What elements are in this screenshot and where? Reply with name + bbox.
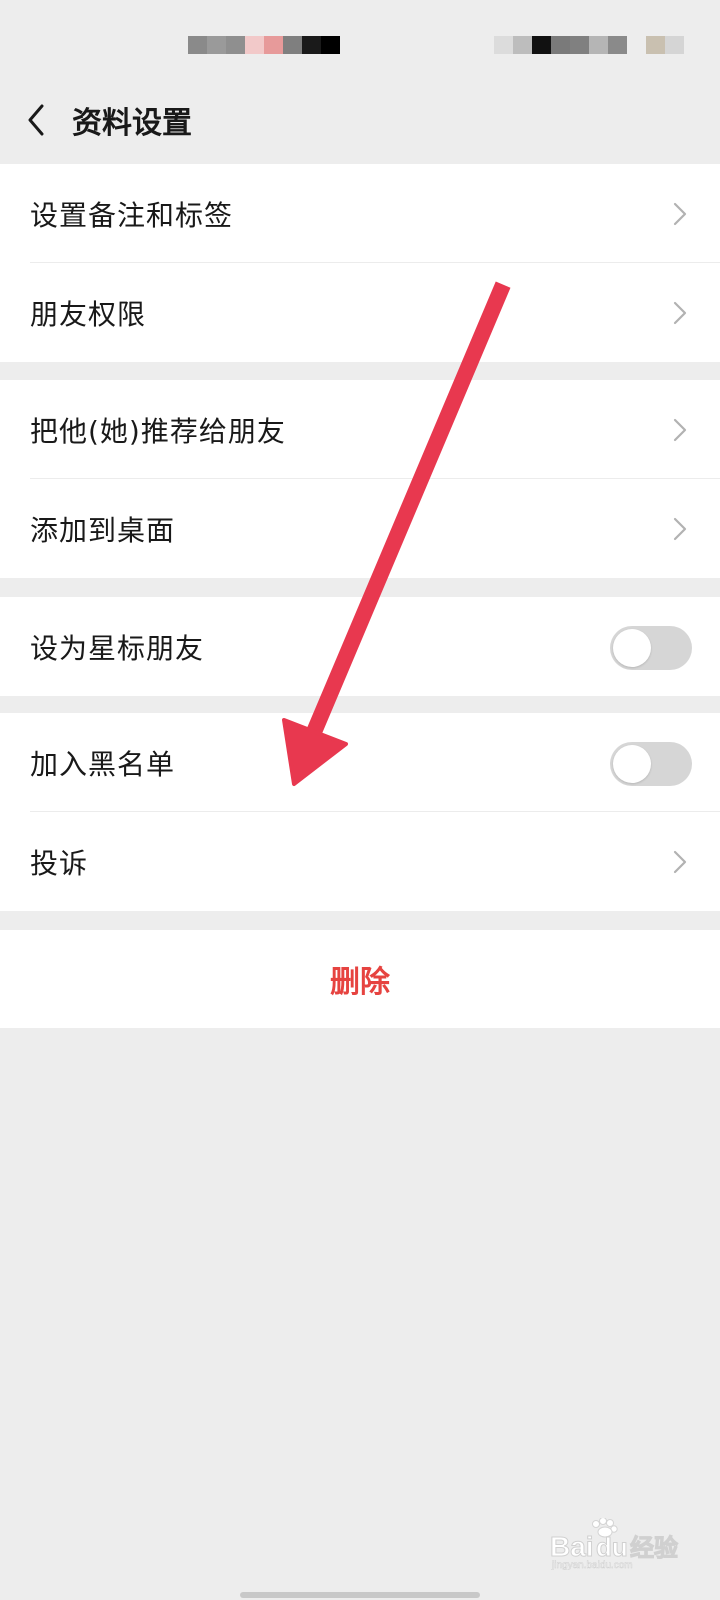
- svg-text:jingyan.baidu.com: jingyan.baidu.com: [551, 1560, 633, 1570]
- row-star-friend: 设为星标朋友: [0, 597, 720, 696]
- status-bar: [0, 0, 720, 90]
- status-bar-obscured-battery: [646, 36, 684, 54]
- chevron-right-icon: [673, 202, 687, 226]
- row-remark-and-tags[interactable]: 设置备注和标签: [0, 164, 720, 263]
- row-label: 设置备注和标签: [30, 198, 234, 232]
- row-label: 添加到桌面: [30, 513, 176, 547]
- back-button[interactable]: [18, 100, 58, 140]
- chevron-left-icon: [28, 104, 44, 136]
- home-indicator[interactable]: [240, 1592, 480, 1598]
- chevron-right-icon: [673, 418, 687, 442]
- row-recommend-to-friend[interactable]: 把他(她)推荐给朋友: [0, 380, 720, 479]
- row-label: 把他(她)推荐给朋友: [30, 414, 286, 448]
- settings-group-remark: 设置备注和标签 朋友权限: [0, 164, 720, 362]
- delete-label: 删除: [330, 965, 390, 1000]
- star-friend-toggle[interactable]: [610, 626, 692, 670]
- chevron-right-icon: [673, 850, 687, 874]
- status-bar-obscured-time: [188, 36, 340, 54]
- row-complain[interactable]: 投诉: [0, 812, 720, 911]
- row-label: 朋友权限: [30, 297, 147, 331]
- svg-text:du: du: [596, 1532, 628, 1562]
- row-add-to-desktop[interactable]: 添加到桌面: [0, 479, 720, 578]
- settings-group-delete: 删除: [0, 930, 720, 1028]
- chevron-right-icon: [673, 517, 687, 541]
- status-bar-obscured-icons: [494, 36, 627, 54]
- blacklist-toggle[interactable]: [610, 742, 692, 786]
- settings-group-blacklist: 加入黑名单 投诉: [0, 713, 720, 911]
- page-title: 资料设置: [72, 106, 192, 141]
- row-friend-permissions[interactable]: 朋友权限: [0, 263, 720, 362]
- chevron-right-icon: [673, 301, 687, 325]
- svg-text:经验: 经验: [630, 1534, 678, 1562]
- nav-header: 资料设置: [0, 90, 720, 164]
- settings-group-star: 设为星标朋友: [0, 597, 720, 696]
- baidu-watermark-logo: Bai du 经验 jingyan.baidu.com: [550, 1518, 679, 1570]
- svg-text:Bai: Bai: [550, 1531, 594, 1562]
- toggle-knob: [613, 629, 651, 667]
- toggle-knob: [613, 745, 651, 783]
- row-label: 设为星标朋友: [30, 631, 205, 665]
- row-label: 投诉: [30, 846, 89, 880]
- settings-group-share: 把他(她)推荐给朋友 添加到桌面: [0, 380, 720, 578]
- delete-button[interactable]: 删除: [0, 930, 720, 1028]
- row-label: 加入黑名单: [30, 747, 176, 781]
- row-blacklist: 加入黑名单: [0, 713, 720, 812]
